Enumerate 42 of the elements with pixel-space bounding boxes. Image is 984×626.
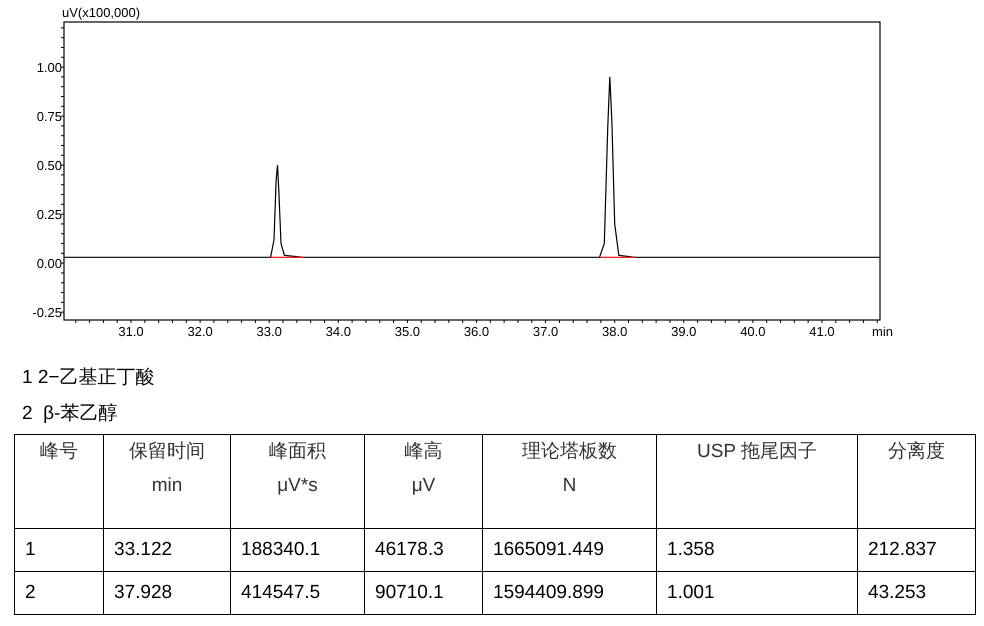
tick-label: 38.0	[602, 324, 628, 338]
table-cell: 414547.5	[230, 572, 364, 614]
tick-label: 39.0	[671, 324, 696, 338]
tick-label: 0.25	[36, 207, 62, 222]
table-cell: 90710.1	[364, 572, 482, 614]
table-cell: 1594409.899	[482, 572, 656, 614]
tick-label: 35.0	[394, 324, 420, 338]
table-cell: 46178.3	[364, 528, 482, 572]
column-header: 理论塔板数 N	[482, 434, 656, 528]
table-cell: 33.122	[104, 528, 230, 572]
column-header: 峰面积 μV*s	[230, 434, 364, 528]
table-cell: 37.928	[104, 572, 230, 614]
table-cell: 1.358	[656, 528, 858, 572]
peak-label: 1 2−乙基正丁酸	[22, 366, 156, 390]
column-header: 峰高 μV	[364, 434, 482, 528]
tick-label: 34.0	[326, 324, 351, 338]
table-cell: 1	[14, 528, 104, 572]
table-cell: 188340.1	[230, 528, 364, 572]
column-header: USP 拖尾因子	[656, 434, 858, 528]
tick-label: -0.25	[32, 305, 62, 320]
axis-title: uV(x100,000)	[62, 5, 140, 20]
peak-label: 2 β-苯乙醇	[22, 402, 118, 426]
column-header: 峰号	[14, 434, 104, 528]
table-cell: 1.001	[656, 572, 858, 614]
axis-title: min	[872, 324, 893, 338]
tick-label: 40.0	[740, 324, 766, 338]
tick-label: 0.75	[36, 109, 62, 124]
table-cell: 212.837	[858, 528, 976, 572]
column-header: 分离度	[858, 434, 976, 528]
tick-label: 0.00	[36, 256, 62, 272]
column-header: 保留时间 min	[104, 434, 230, 528]
tick-label: 33.0	[256, 324, 282, 338]
tick-label: 1.00	[36, 60, 62, 76]
table-cell: 43.253	[858, 572, 976, 614]
tick-label: 36.0	[464, 324, 490, 338]
tick-label: 31.0	[118, 324, 144, 338]
tick-label: 41.0	[809, 324, 835, 338]
table-cell: 2	[14, 572, 104, 614]
tick-label: 37.0	[532, 324, 558, 338]
table-cell: 1665091.449	[482, 528, 656, 572]
tick-label: 0.50	[36, 158, 62, 174]
tick-label: 32.0	[187, 324, 213, 338]
